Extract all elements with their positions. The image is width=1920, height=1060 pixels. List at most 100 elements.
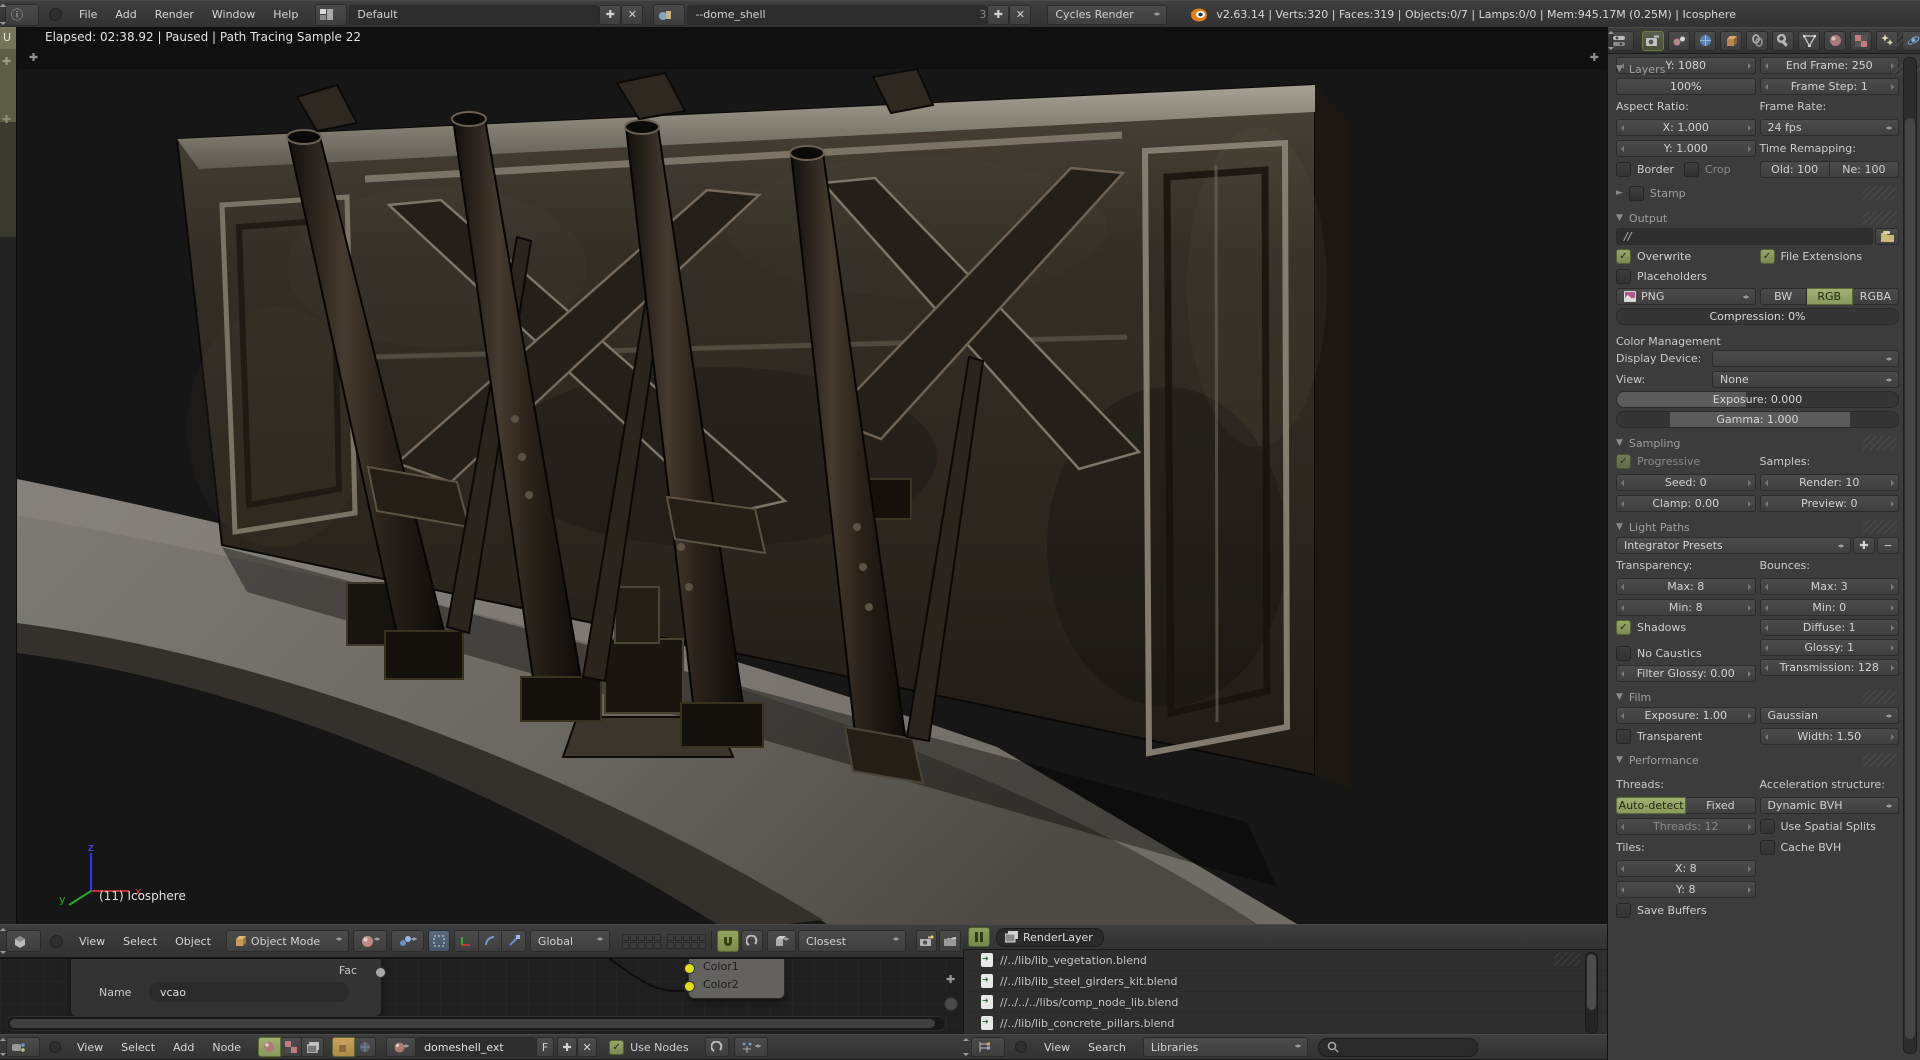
display-device-select[interactable] — [1712, 350, 1899, 367]
opengl-render-anim-button[interactable] — [939, 930, 961, 952]
menu-search[interactable]: Search — [1079, 1041, 1135, 1054]
output-path-field[interactable]: // — [1616, 228, 1873, 245]
no-caustics-checkbox[interactable]: No Caustics — [1616, 645, 1756, 662]
editor-type-outliner-button[interactable] — [971, 1037, 1005, 1057]
filter-width-field[interactable]: Width: 1.50 — [1760, 728, 1900, 745]
manipulator-toggle[interactable] — [428, 930, 450, 952]
expand-toolshelf-icon[interactable]: ✚ — [29, 51, 38, 64]
tiles-y-field[interactable]: Y: 8 — [1616, 881, 1756, 898]
transparency-min-field[interactable]: Min: 8 — [1616, 599, 1756, 616]
sampling-panel-header[interactable]: ▼ Sampling — [1616, 433, 1899, 453]
socket-color2[interactable] — [684, 981, 695, 992]
tab-object[interactable] — [1720, 31, 1742, 51]
delete-scene-button[interactable]: ✕ — [1009, 5, 1031, 25]
outliner-list[interactable]: //../lib/lib_vegetation.blend //../lib/l… — [963, 950, 1608, 1034]
render-samples-field[interactable]: Render: 10 — [1760, 474, 1900, 491]
socket-color1[interactable] — [684, 963, 695, 974]
screen-layout-field[interactable]: Default — [349, 5, 599, 25]
node-attribute[interactable]: Fac Name vcao — [70, 958, 382, 1017]
node-vscrollbar[interactable] — [944, 997, 958, 1011]
collapse-menus-icon[interactable] — [49, 1041, 61, 1053]
browse-folder-button[interactable] — [1875, 228, 1899, 245]
render-layer-select[interactable]: RenderLayer — [996, 928, 1104, 947]
remap-new-field[interactable]: Ne: 100 — [1830, 161, 1899, 178]
menu-view[interactable]: View — [70, 935, 114, 948]
tiles-x-field[interactable]: X: 8 — [1616, 860, 1756, 877]
node-snap-toggle[interactable] — [705, 1037, 729, 1057]
expand-region-icon[interactable]: ✚ — [2, 55, 11, 68]
aspect-x-field[interactable]: X: 1.000 — [1616, 119, 1756, 136]
tab-material[interactable] — [1824, 31, 1846, 51]
shader-object-toggle[interactable] — [332, 1037, 355, 1057]
menu-render[interactable]: Render — [146, 8, 203, 21]
preview-samples-field[interactable]: Preview: 0 — [1760, 495, 1900, 512]
menu-add[interactable]: Add — [106, 8, 145, 21]
transform-orientation-select[interactable]: Global — [530, 930, 610, 952]
fps-select[interactable]: 24 fps — [1760, 119, 1900, 136]
layers-widget[interactable] — [622, 934, 706, 949]
threads-fixed-toggle[interactable]: Fixed — [1686, 797, 1755, 814]
frame-step-field[interactable]: Frame Step: 1 — [1760, 78, 1900, 95]
menu-select[interactable]: Select — [112, 1041, 164, 1054]
view-transform-select[interactable]: None — [1712, 371, 1899, 388]
node-hscrollbar[interactable] — [6, 1016, 946, 1031]
library-row[interactable]: //../../../libs/comp_node_lib.blend — [964, 992, 1608, 1013]
menu-view[interactable]: View — [1035, 1041, 1079, 1054]
panel-drag-hatch[interactable] — [1863, 690, 1897, 704]
clamp-field[interactable]: Clamp: 0.00 — [1616, 495, 1756, 512]
outliner-search-field[interactable] — [1318, 1038, 1478, 1057]
rgba-toggle[interactable]: RGBA — [1853, 288, 1899, 305]
menu-node[interactable]: Node — [203, 1041, 250, 1054]
scale-manipulator-button[interactable] — [502, 930, 526, 952]
compression-slider[interactable]: Compression: 0% — [1616, 308, 1899, 325]
editor-type-node-button[interactable] — [6, 1037, 40, 1057]
texture-nodes-toggle[interactable] — [281, 1037, 303, 1057]
crop-checkbox[interactable]: Crop — [1684, 161, 1731, 178]
tab-texture[interactable] — [1850, 31, 1872, 51]
remap-old-field[interactable]: Old: 100 — [1760, 161, 1830, 178]
viewport-3d[interactable]: Elapsed: 02:38.92 | Paused | Path Tracin… — [17, 27, 1607, 924]
shadows-checkbox[interactable]: ✓Shadows — [1616, 619, 1756, 636]
expand-properties-shelf-icon[interactable]: ✚ — [1590, 51, 1599, 64]
add-scene-button[interactable]: ✚ — [987, 5, 1009, 25]
tab-scene[interactable] — [1668, 31, 1690, 51]
panel-drag-hatch[interactable] — [1863, 436, 1897, 450]
scene-name-field[interactable]: --dome_shell 3 — [687, 5, 987, 25]
shader-world-toggle[interactable] — [355, 1037, 377, 1057]
light-paths-panel-header[interactable]: ▼ Light Paths — [1616, 517, 1899, 537]
editor-type-info-button[interactable]: ⓘ — [5, 4, 39, 26]
use-nodes-checkbox[interactable]: ✓ Use Nodes — [609, 1039, 689, 1056]
outliner-display-mode-select[interactable]: Libraries — [1143, 1037, 1308, 1057]
cache-bvh-checkbox[interactable]: Cache BVH — [1760, 839, 1900, 856]
socket-fac[interactable] — [375, 967, 386, 978]
snap-toggle[interactable] — [717, 930, 739, 952]
tab-render[interactable] — [1642, 31, 1664, 51]
file-format-select[interactable]: PNG — [1616, 288, 1756, 305]
menu-object[interactable]: Object — [166, 935, 220, 948]
screen-layout-icon-button[interactable] — [315, 4, 347, 26]
bw-toggle[interactable]: BW — [1760, 288, 1807, 305]
tab-modifiers[interactable] — [1772, 31, 1794, 51]
file-extensions-checkbox[interactable]: ✓File Extensions — [1760, 248, 1900, 265]
snap-element-icon-select[interactable] — [767, 930, 797, 952]
save-buffers-checkbox[interactable]: Save Buffers — [1616, 902, 1756, 919]
node-snap-element-select[interactable] — [734, 1037, 768, 1057]
bounces-min-field[interactable]: Min: 0 — [1760, 599, 1900, 616]
panel-drag-hatch[interactable] — [1863, 211, 1897, 225]
glossy-bounces-field[interactable]: Glossy: 1 — [1760, 639, 1900, 656]
rgb-toggle[interactable]: RGB — [1807, 288, 1853, 305]
panel-drag-hatch[interactable] — [1863, 753, 1897, 767]
new-material-button[interactable]: ✚ — [557, 1037, 577, 1057]
properties-scrollbar[interactable] — [1903, 57, 1917, 1054]
outliner-scrollbar[interactable] — [1585, 952, 1598, 1034]
tab-data[interactable] — [1798, 31, 1820, 51]
collapse-menus-icon[interactable] — [50, 935, 63, 948]
spatial-splits-checkbox[interactable]: Use Spatial Splits — [1760, 818, 1900, 835]
menu-select[interactable]: Select — [114, 935, 166, 948]
delete-layout-button[interactable]: ✕ — [621, 5, 643, 25]
overwrite-checkbox[interactable]: ✓Overwrite — [1616, 248, 1756, 265]
transparent-checkbox[interactable]: Transparent — [1616, 728, 1756, 745]
film-panel-header[interactable]: ▼ Film — [1616, 687, 1899, 707]
material-browse-select[interactable] — [386, 1037, 416, 1057]
performance-panel-header[interactable]: ▼ Performance — [1616, 750, 1899, 770]
